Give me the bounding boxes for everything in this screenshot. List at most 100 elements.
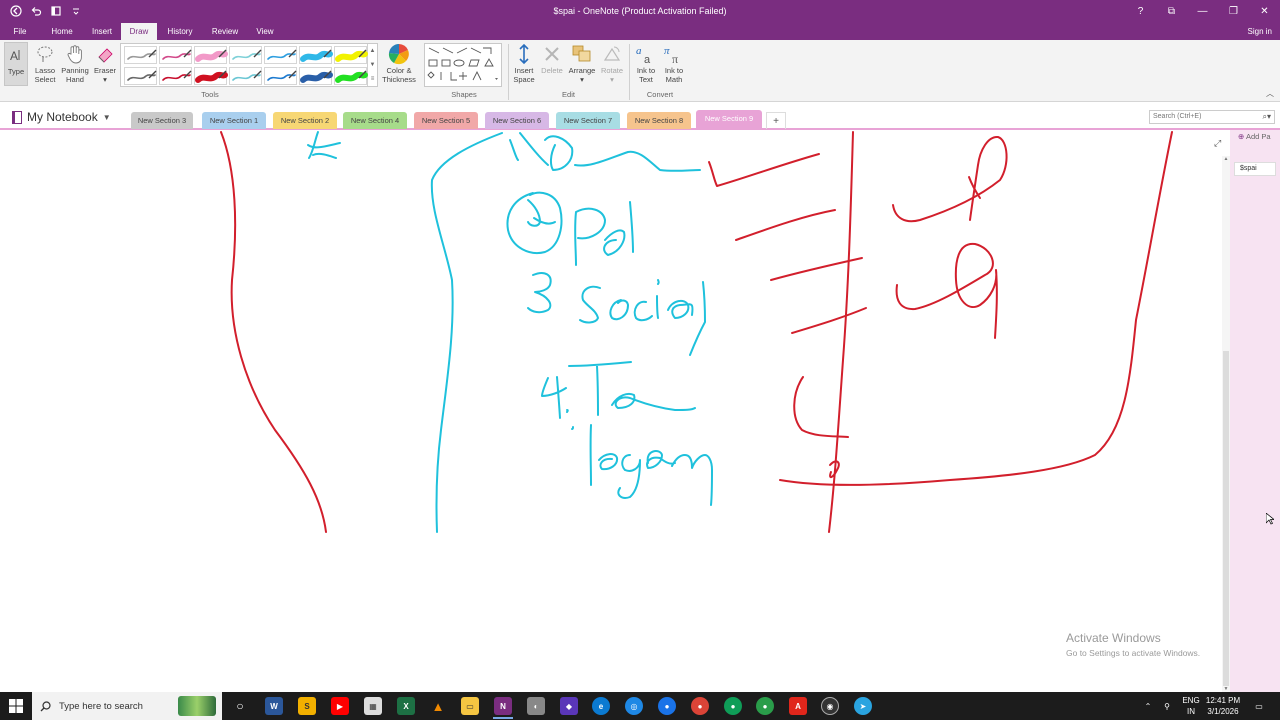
- shapes-gallery[interactable]: [424, 43, 502, 87]
- watermark-subtitle: Go to Settings to activate Windows.: [1066, 648, 1201, 658]
- app-icon[interactable]: ◉: [821, 697, 839, 715]
- pen-swatch[interactable]: [124, 46, 157, 64]
- taskbar-search-placeholder: Type here to search: [59, 700, 143, 712]
- clock-date: 3/1/2026: [1207, 707, 1239, 716]
- pen-swatch[interactable]: [299, 67, 333, 85]
- edge-icon[interactable]: e: [592, 697, 610, 715]
- section-tab[interactable]: New Section 9: [696, 110, 762, 129]
- lasso-select-button[interactable]: Lasso Select: [31, 42, 59, 84]
- pen-swatch[interactable]: [334, 67, 368, 85]
- excel-icon[interactable]: X: [397, 697, 415, 715]
- tab-insert[interactable]: Insert: [86, 23, 118, 40]
- arrange-button[interactable]: Arrange ▾: [566, 42, 598, 84]
- ribbon-display-button[interactable]: ⧉: [1156, 0, 1187, 23]
- close-button[interactable]: ✕: [1249, 0, 1280, 23]
- color-thickness-button[interactable]: Color & Thickness: [381, 42, 417, 84]
- chevron-up-icon[interactable]: ⌃: [1141, 692, 1155, 720]
- pen-swatch[interactable]: [194, 67, 228, 85]
- store-icon[interactable]: ▦: [364, 697, 382, 715]
- clock-time: 12:41 PM: [1205, 696, 1241, 705]
- section-tab[interactable]: New Section 2: [273, 112, 337, 129]
- pen-swatch[interactable]: [334, 46, 368, 64]
- section-tab[interactable]: New Section 5: [414, 112, 478, 129]
- page-item[interactable]: $spai: [1234, 162, 1276, 176]
- expand-page-icon[interactable]: ⤢: [1214, 138, 1221, 149]
- youtube-icon[interactable]: ▶: [331, 697, 349, 715]
- pen-swatch[interactable]: [264, 46, 297, 64]
- help-button[interactable]: ?: [1125, 0, 1156, 23]
- tab-file[interactable]: File: [6, 23, 34, 40]
- add-page-button[interactable]: ⊕ Add Pa: [1238, 132, 1271, 141]
- onenote-active-indicator: [493, 717, 513, 719]
- notification-icon[interactable]: ▭: [1250, 692, 1268, 720]
- file-explorer-icon[interactable]: ▭: [461, 697, 479, 715]
- pen-gallery-scroll[interactable]: ▲ ▼ ≡: [367, 44, 377, 86]
- chrome-icon[interactable]: ●: [724, 697, 742, 715]
- eraser-button[interactable]: Eraser ▾: [92, 42, 118, 84]
- app-icon[interactable]: ◐: [527, 697, 545, 715]
- edit-group-label: Edit: [562, 90, 575, 99]
- onenote-icon[interactable]: N: [494, 697, 512, 715]
- search-icon[interactable]: ⌕▾: [1263, 111, 1272, 123]
- tab-view[interactable]: View: [250, 23, 280, 40]
- vlc-icon[interactable]: ▲: [429, 697, 447, 715]
- delete-button[interactable]: Delete: [539, 42, 565, 75]
- section-tab[interactable]: New Section 3: [131, 112, 193, 129]
- section-tab[interactable]: New Section 4: [343, 112, 407, 129]
- add-section-button[interactable]: +: [766, 112, 786, 129]
- pen-swatch[interactable]: [159, 46, 192, 64]
- pen-swatch[interactable]: [194, 46, 228, 64]
- taskbar-search-input[interactable]: Type here to search: [32, 692, 222, 720]
- section-tab[interactable]: New Section 1: [202, 112, 266, 129]
- section-tab[interactable]: New Section 6: [485, 112, 549, 129]
- ink-to-text-button[interactable]: aa Ink to Text: [633, 42, 659, 84]
- network-icon[interactable]: ⚲: [1158, 692, 1176, 720]
- pen-swatch[interactable]: [229, 46, 262, 64]
- ink-to-math-button[interactable]: ππ Ink to Math: [661, 42, 687, 84]
- shapes-icon: [427, 47, 498, 81]
- word-icon[interactable]: W: [265, 697, 283, 715]
- cortana-icon[interactable]: ○: [231, 697, 249, 715]
- pen-swatch[interactable]: [264, 67, 297, 85]
- restore-button[interactable]: ❐: [1218, 0, 1249, 23]
- start-button[interactable]: [0, 692, 32, 720]
- app-icon[interactable]: ◎: [625, 697, 643, 715]
- ink-drawing[interactable]: [0, 130, 1222, 692]
- collapse-ribbon-icon[interactable]: ︿: [1266, 88, 1274, 99]
- search-input[interactable]: Search (Ctrl+E) ⌕▾: [1149, 110, 1275, 124]
- scroll-up-icon[interactable]: ▲: [1222, 156, 1230, 162]
- tab-review[interactable]: Review: [207, 23, 243, 40]
- tab-home[interactable]: Home: [46, 23, 78, 40]
- gallery-more-icon[interactable]: ≡: [371, 76, 375, 82]
- telegram-icon[interactable]: ➤: [854, 697, 872, 715]
- pen-swatch[interactable]: [299, 46, 333, 64]
- chrome-icon[interactable]: ●: [756, 697, 774, 715]
- rotate-icon: [598, 42, 626, 66]
- gallery-down-icon[interactable]: ▼: [370, 62, 376, 68]
- tab-history[interactable]: History: [162, 23, 198, 40]
- sublime-icon[interactable]: S: [298, 697, 316, 715]
- type-tool-button[interactable]: A Type: [4, 42, 28, 86]
- section-tab[interactable]: New Section 7: [556, 112, 620, 129]
- acrobat-icon[interactable]: A: [789, 697, 807, 715]
- clock[interactable]: 12:41 PM 3/1/2026: [1200, 695, 1246, 717]
- notebook-dropdown[interactable]: My Notebook ▼: [12, 110, 111, 124]
- panning-hand-button[interactable]: Panning Hand: [59, 42, 91, 84]
- pen-swatch[interactable]: [229, 67, 262, 85]
- page-canvas[interactable]: [0, 130, 1222, 692]
- tab-draw[interactable]: Draw: [121, 23, 157, 40]
- gallery-up-icon[interactable]: ▲: [370, 48, 376, 54]
- panning-label-2: Hand: [66, 75, 84, 84]
- vertical-scrollbar[interactable]: ▲ ▼: [1222, 156, 1230, 692]
- minimize-button[interactable]: —: [1187, 0, 1218, 23]
- rotate-button[interactable]: Rotate ▾: [598, 42, 626, 84]
- pen-swatch[interactable]: [124, 67, 157, 85]
- section-tab[interactable]: New Section 8: [627, 112, 691, 129]
- insert-space-button[interactable]: Insert Space: [511, 42, 537, 84]
- chrome-icon[interactable]: ●: [691, 697, 709, 715]
- chrome-icon[interactable]: ●: [658, 697, 676, 715]
- pen-swatch[interactable]: [159, 67, 192, 85]
- scrollbar-thumb[interactable]: [1223, 351, 1229, 686]
- app-icon[interactable]: ◆: [560, 697, 578, 715]
- sign-in-link[interactable]: Sign in: [1248, 23, 1272, 40]
